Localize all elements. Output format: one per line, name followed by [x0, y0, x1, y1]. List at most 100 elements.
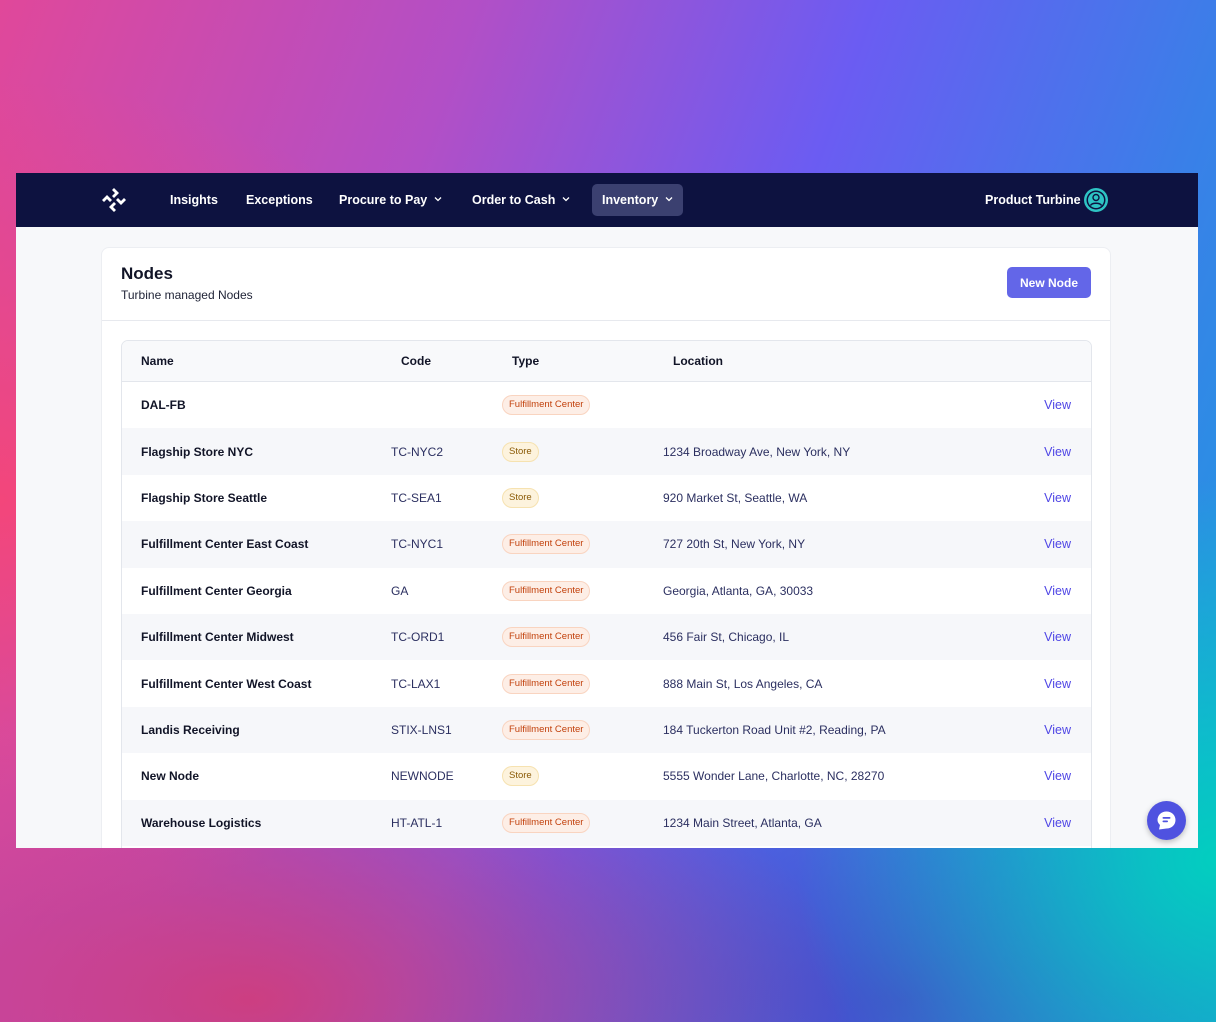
- view-link[interactable]: View: [1044, 445, 1071, 459]
- cell-type: Fulfillment Center: [502, 521, 663, 568]
- cell-type: Store: [502, 474, 663, 522]
- table-row: Flagship Store NYC TC-NYC2 Store 1234 Broad…: [122, 428, 1091, 475]
- view-link[interactable]: View: [1044, 723, 1071, 737]
- cell-actions: View: [981, 706, 1091, 754]
- cell-name: Flagship Store NYC: [122, 428, 391, 475]
- view-link[interactable]: View: [1044, 769, 1071, 783]
- chat-bubble-icon: [1157, 811, 1176, 830]
- type-badge: Store: [502, 441, 539, 462]
- cell-type: Fulfillment Center: [502, 799, 663, 846]
- cell-code: TC-SEA1: [391, 474, 502, 522]
- cell-location: 456 Fair St, Chicago, IL: [663, 613, 981, 661]
- cell-type: Fulfillment Center: [502, 660, 663, 707]
- view-link[interactable]: View: [1044, 398, 1071, 412]
- cell-type: Fulfillment Center: [502, 381, 663, 429]
- cell-name: Fulfillment Center Georgia: [122, 567, 391, 614]
- card-header: Nodes Turbine managed Nodes New Node: [102, 248, 1110, 321]
- cell-location: 1234 Broadway Ave, New York, NY: [663, 428, 981, 475]
- cell-actions: View: [981, 521, 1091, 568]
- nav-item-label: Exceptions: [246, 193, 313, 207]
- type-badge: Fulfillment Center: [502, 395, 591, 416]
- nav-item-insights[interactable]: Insights: [160, 184, 228, 216]
- nodes-card: Nodes Turbine managed Nodes New Node Nam…: [101, 247, 1111, 848]
- cell-code: TC-ORD1: [391, 613, 502, 661]
- cell-type: Fulfillment Center: [502, 613, 663, 661]
- view-link[interactable]: View: [1044, 537, 1071, 551]
- cell-name: Fulfillment Center Midwest: [122, 613, 391, 661]
- nav-item-procure-to-pay[interactable]: Procure to Pay: [329, 184, 452, 216]
- column-header-type: Type: [502, 341, 663, 382]
- cell-name: Landis Receiving: [122, 706, 391, 754]
- cell-actions: View: [981, 799, 1091, 846]
- nav-item-exceptions[interactable]: Exceptions: [236, 184, 323, 216]
- cell-location: 888 Main St, Los Angeles, CA: [663, 660, 981, 707]
- nav-item-order-to-cash[interactable]: Order to Cash: [462, 184, 580, 216]
- cell-type: Fulfillment Center: [502, 567, 663, 614]
- cell-name: Fulfillment Center East Coast: [122, 521, 391, 568]
- cell-code: TC-NYC1: [391, 521, 502, 568]
- user-name[interactable]: Product Turbine: [985, 184, 1081, 216]
- column-header-actions: [981, 341, 1091, 382]
- cell-actions: View: [981, 660, 1091, 707]
- cell-code: TC-LAX1: [391, 660, 502, 707]
- cell-type: Fulfillment Center: [502, 706, 663, 754]
- nav-item-inventory[interactable]: Inventory: [592, 184, 684, 216]
- nav-item-label: Order to Cash: [472, 193, 556, 207]
- chat-button[interactable]: [1147, 801, 1186, 840]
- cell-location: [663, 381, 981, 429]
- view-link[interactable]: View: [1044, 630, 1071, 644]
- table-header-row: Name Code Type Location: [122, 341, 1091, 382]
- table-row: Warehouse Logistics HT-ATL-1 Fulfillment C…: [122, 799, 1091, 846]
- type-badge: Fulfillment Center: [502, 719, 591, 740]
- cell-location: 184 Tuckerton Road Unit #2, Reading, PA: [663, 706, 981, 754]
- cell-name: Flagship Store Seattle: [122, 474, 391, 522]
- nav-item-label: Procure to Pay: [339, 193, 428, 207]
- cell-code: GA: [391, 567, 502, 614]
- cell-code: HT-ATL-1: [391, 799, 502, 846]
- cell-type: Store: [502, 428, 663, 475]
- new-node-button[interactable]: New Node: [1007, 267, 1091, 298]
- type-badge: Store: [502, 766, 539, 787]
- nav-item-label: Inventory: [602, 193, 659, 207]
- chevron-down-icon: [665, 197, 673, 202]
- table-row: Flagship Store Seattle TC-SEA1 Store 920 Ma…: [122, 474, 1091, 522]
- table-row: Fulfillment Center East Coast TC-NYC1 Fulf…: [122, 521, 1091, 568]
- type-badge: Fulfillment Center: [502, 580, 591, 601]
- top-navigation: Insights Exceptions Procure to Pay Order to…: [16, 173, 1198, 227]
- table-row: Fulfillment Center Midwest TC-ORD1 Fulfill…: [122, 613, 1091, 661]
- cell-code: STIX-LNS1: [391, 706, 502, 754]
- type-badge: Fulfillment Center: [502, 673, 591, 694]
- nodes-table-container: Name Code Type Location DAL-FB Fulfillmen…: [121, 340, 1092, 848]
- turbine-logo-icon[interactable]: [100, 186, 128, 214]
- table-row: New Node NEWNODE Store 5555 Wonder Lane, Ch…: [122, 753, 1091, 800]
- cell-actions: View: [981, 613, 1091, 661]
- nodes-table: Name Code Type Location DAL-FB Fulfillmen…: [122, 341, 1091, 846]
- app-window: Insights Exceptions Procure to Pay Order to…: [16, 173, 1198, 848]
- cell-type: Store: [502, 753, 663, 800]
- cell-location: 920 Market St, Seattle, WA: [663, 474, 981, 522]
- type-badge: Store: [502, 487, 539, 508]
- table-row: Fulfillment Center Georgia GA Fulfillment …: [122, 567, 1091, 614]
- cell-location: Georgia, Atlanta, GA, 30033: [663, 567, 981, 614]
- table-row: Landis Receiving STIX-LNS1 Fulfillment Cen…: [122, 706, 1091, 754]
- type-badge: Fulfillment Center: [502, 812, 591, 833]
- cell-actions: View: [981, 567, 1091, 614]
- cell-actions: View: [981, 381, 1091, 429]
- cell-name: DAL-FB: [122, 381, 391, 429]
- user-avatar-icon[interactable]: [1083, 187, 1109, 213]
- page-subtitle: Turbine managed Nodes: [121, 288, 253, 302]
- cell-actions: View: [981, 428, 1091, 475]
- type-badge: Fulfillment Center: [502, 534, 591, 555]
- view-link[interactable]: View: [1044, 816, 1071, 830]
- cell-code: NEWNODE: [391, 753, 502, 800]
- cell-actions: View: [981, 474, 1091, 522]
- table-row: DAL-FB Fulfillment Center View: [122, 381, 1091, 429]
- view-link[interactable]: View: [1044, 491, 1071, 505]
- cell-code: [391, 381, 502, 429]
- chevron-down-icon: [434, 197, 442, 202]
- column-header-code: Code: [391, 341, 502, 382]
- cell-location: 727 20th St, New York, NY: [663, 521, 981, 568]
- view-link[interactable]: View: [1044, 677, 1071, 691]
- column-header-name: Name: [122, 341, 391, 382]
- view-link[interactable]: View: [1044, 584, 1071, 598]
